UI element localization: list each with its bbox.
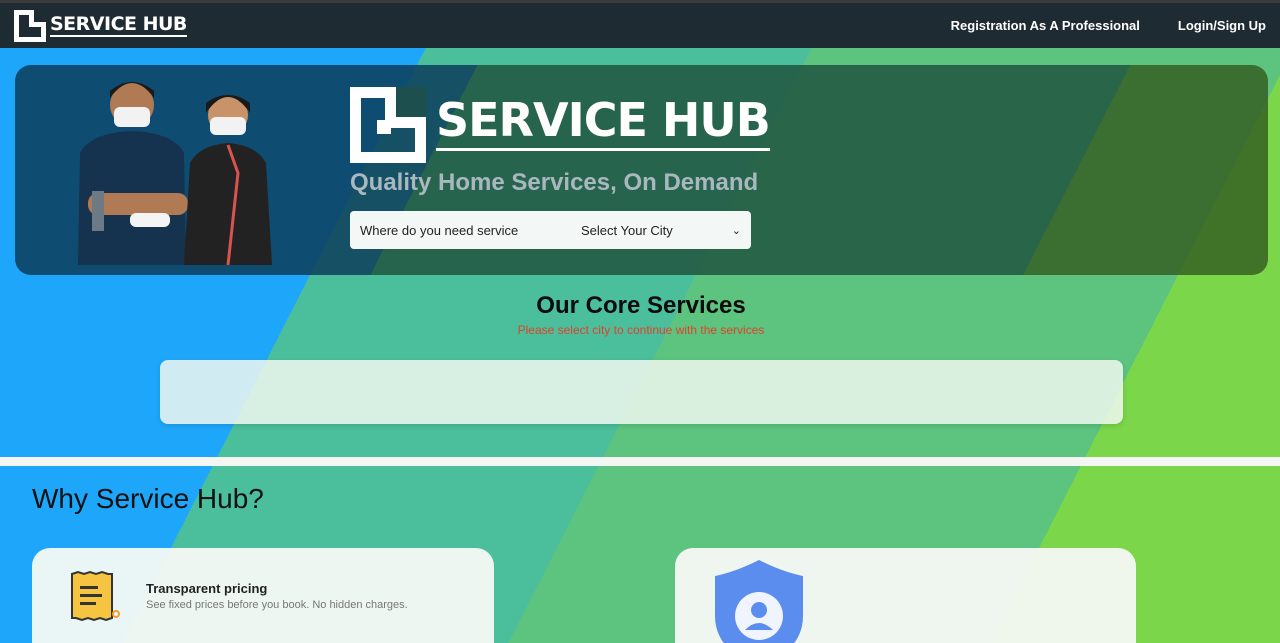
service-location-label: Where do you need service	[360, 222, 519, 238]
chevron-down-icon: ⌄	[731, 224, 741, 237]
feature-card-title: Transparent pricing	[146, 581, 268, 596]
logo-mark-icon	[14, 9, 46, 42]
nav-links: Registration As A Professional Login/Sig…	[951, 18, 1266, 33]
core-services-title: Our Core Services	[536, 292, 746, 319]
professionals-image	[78, 82, 272, 265]
top-navbar: SERVICE HUB Registration As A Profession…	[0, 0, 1280, 48]
shield-user-icon	[715, 560, 803, 643]
feature-card-verified	[675, 548, 1136, 643]
why-title: Why Service Hub?	[32, 483, 264, 514]
feature-card-desc: See fixed prices before you book. No hid…	[146, 599, 408, 611]
hero-logo-mark-icon	[350, 87, 426, 163]
hero-banner: SERVICE HUB Quality Home Services, On De…	[15, 65, 1268, 275]
receipt-icon	[71, 570, 120, 622]
service-location-box: Where do you need service Select Your Ci…	[350, 211, 751, 249]
city-select[interactable]: Select Your City ⌄	[581, 223, 741, 238]
city-select-value: Select Your City	[581, 222, 673, 238]
hero-logo: SERVICE HUB	[350, 87, 771, 163]
core-services-hint: Please select city to continue with the …	[517, 323, 765, 337]
login-signup-link[interactable]: Login/Sign Up	[1178, 18, 1266, 33]
hero-brand: SERVICE HUB	[436, 94, 771, 151]
nav-brand: SERVICE HUB	[50, 13, 187, 37]
hero-tagline: Quality Home Services, On Demand	[350, 169, 759, 196]
section-divider	[0, 457, 1280, 466]
services-panel	[160, 360, 1123, 424]
nav-logo[interactable]: SERVICE HUB	[14, 9, 187, 42]
register-professional-link[interactable]: Registration As A Professional	[951, 18, 1140, 33]
feature-card-pricing: Transparent pricing See fixed prices bef…	[32, 548, 494, 643]
